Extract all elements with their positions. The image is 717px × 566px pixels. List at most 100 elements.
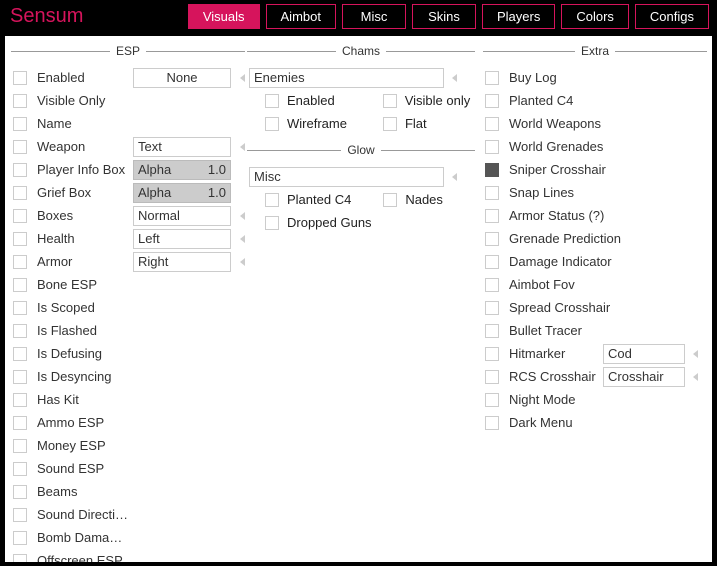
esp-playerinfobox-alpha-slider[interactable]: Alpha1.0	[133, 160, 231, 180]
glow-nades-label: Nades	[405, 192, 443, 207]
extra-darkmenu-checkbox[interactable]	[485, 416, 499, 430]
esp-isdesyncing-checkbox[interactable]	[13, 370, 27, 384]
glow-plantedc4-label: Planted C4	[287, 192, 351, 207]
extra-rcscrosshair-dropdown[interactable]: Crosshair	[603, 367, 685, 387]
extra-worldgrenades-checkbox[interactable]	[485, 140, 499, 154]
esp-health-label: Health	[37, 231, 129, 246]
glow-nades-checkbox[interactable]	[383, 193, 397, 207]
esp-armor-dropdown[interactable]: Right	[133, 252, 231, 272]
esp-weapon-checkbox[interactable]	[13, 140, 27, 154]
tab-colors[interactable]: Colors	[561, 4, 629, 29]
esp-griefbox-checkbox[interactable]	[13, 186, 27, 200]
arrow-icon	[693, 350, 698, 358]
tab-misc[interactable]: Misc	[342, 4, 406, 29]
tab-visuals[interactable]: Visuals	[188, 4, 260, 29]
esp-weapon-dropdown[interactable]: Text	[133, 137, 231, 157]
mid-column: Chams Enemies Enabled Visible only Wiref…	[247, 44, 475, 554]
esp-bombdamage-checkbox[interactable]	[13, 531, 27, 545]
extra-spreadcrosshair-checkbox[interactable]	[485, 301, 499, 315]
esp-haskit-checkbox[interactable]	[13, 393, 27, 407]
esp-name-checkbox[interactable]	[13, 117, 27, 131]
tab-configs[interactable]: Configs	[635, 4, 709, 29]
esp-isflashed-label: Is Flashed	[37, 323, 129, 338]
extra-rcscrosshair-checkbox[interactable]	[485, 370, 499, 384]
extra-rcscrosshair-label: RCS Crosshair	[509, 369, 599, 384]
main-panel: ESP Enabled None Visible Only Name Weapo…	[5, 36, 712, 562]
esp-boxes-dropdown[interactable]: Normal	[133, 206, 231, 226]
esp-health-dropdown[interactable]: Left	[133, 229, 231, 249]
extra-snipercrosshair-checkbox[interactable]	[485, 163, 499, 177]
extra-grenadeprediction-checkbox[interactable]	[485, 232, 499, 246]
extra-darkmenu-label: Dark Menu	[509, 415, 573, 430]
esp-griefbox-alpha-slider[interactable]: Alpha1.0	[133, 183, 231, 203]
extra-snaplines-checkbox[interactable]	[485, 186, 499, 200]
chams-visibleonly-label: Visible only	[405, 93, 471, 108]
extra-worldweapons-checkbox[interactable]	[485, 117, 499, 131]
chams-flat-checkbox[interactable]	[383, 117, 397, 131]
chams-legend: Chams	[336, 44, 386, 58]
extra-hitmarker-label: Hitmarker	[509, 346, 599, 361]
extra-aimbotfov-checkbox[interactable]	[485, 278, 499, 292]
extra-hitmarker-dropdown[interactable]: Cod	[603, 344, 685, 364]
glow-droppedguns-label: Dropped Guns	[287, 215, 372, 230]
esp-armor-label: Armor	[37, 254, 129, 269]
esp-visibleonly-label: Visible Only	[37, 93, 129, 108]
esp-armor-checkbox[interactable]	[13, 255, 27, 269]
chams-enabled-checkbox[interactable]	[265, 94, 279, 108]
tab-players[interactable]: Players	[482, 4, 555, 29]
esp-visibleonly-checkbox[interactable]	[13, 94, 27, 108]
esp-sounddirection-label: Sound Direction (?)	[37, 507, 129, 522]
esp-isdesyncing-label: Is Desyncing	[37, 369, 129, 384]
extra-plantedc4-label: Planted C4	[509, 93, 573, 108]
extra-spreadcrosshair-label: Spread Crosshair	[509, 300, 610, 315]
chams-wireframe-label: Wireframe	[287, 116, 347, 131]
extra-damageindicator-checkbox[interactable]	[485, 255, 499, 269]
extra-bullettracer-checkbox[interactable]	[485, 324, 499, 338]
glow-target-dropdown[interactable]: Misc	[249, 167, 444, 187]
chams-target-dropdown[interactable]: Enemies	[249, 68, 444, 88]
esp-isscoped-label: Is Scoped	[37, 300, 129, 315]
arrow-icon	[240, 74, 245, 82]
esp-enabled-label: Enabled	[37, 70, 129, 85]
esp-playerinfobox-label: Player Info Box	[37, 162, 129, 177]
extra-armorstatus-checkbox[interactable]	[485, 209, 499, 223]
esp-health-checkbox[interactable]	[13, 232, 27, 246]
extra-legend: Extra	[575, 44, 615, 58]
extra-snaplines-label: Snap Lines	[509, 185, 574, 200]
esp-enabled-checkbox[interactable]	[13, 71, 27, 85]
titlebar: Sensum Visuals Aimbot Misc Skins Players…	[0, 0, 717, 32]
extra-worldweapons-label: World Weapons	[509, 116, 601, 131]
esp-isscoped-checkbox[interactable]	[13, 301, 27, 315]
esp-beams-checkbox[interactable]	[13, 485, 27, 499]
esp-column: ESP Enabled None Visible Only Name Weapo…	[11, 44, 239, 554]
arrow-icon	[452, 173, 457, 181]
esp-isdefusing-checkbox[interactable]	[13, 347, 27, 361]
extra-buylog-checkbox[interactable]	[485, 71, 499, 85]
esp-haskit-label: Has Kit	[37, 392, 129, 407]
extra-damageindicator-label: Damage Indicator	[509, 254, 612, 269]
esp-enabled-dropdown[interactable]: None	[133, 68, 231, 88]
esp-sound-checkbox[interactable]	[13, 462, 27, 476]
extra-bullettracer-label: Bullet Tracer	[509, 323, 582, 338]
esp-ammo-checkbox[interactable]	[13, 416, 27, 430]
chams-wireframe-checkbox[interactable]	[265, 117, 279, 131]
glow-plantedc4-checkbox[interactable]	[265, 193, 279, 207]
esp-bone-checkbox[interactable]	[13, 278, 27, 292]
chams-visibleonly-checkbox[interactable]	[383, 94, 397, 108]
esp-legend: ESP	[110, 44, 146, 58]
extra-nightmode-checkbox[interactable]	[485, 393, 499, 407]
brand: Sensum	[8, 5, 83, 28]
esp-sounddirection-checkbox[interactable]	[13, 508, 27, 522]
tab-aimbot[interactable]: Aimbot	[266, 4, 336, 29]
esp-money-checkbox[interactable]	[13, 439, 27, 453]
esp-playerinfobox-checkbox[interactable]	[13, 163, 27, 177]
extra-plantedc4-checkbox[interactable]	[485, 94, 499, 108]
esp-boxes-checkbox[interactable]	[13, 209, 27, 223]
esp-offscreen-checkbox[interactable]	[13, 554, 27, 563]
extra-hitmarker-checkbox[interactable]	[485, 347, 499, 361]
esp-bombdamage-label: Bomb Damage ESP	[37, 530, 129, 545]
esp-isflashed-checkbox[interactable]	[13, 324, 27, 338]
glow-droppedguns-checkbox[interactable]	[265, 216, 279, 230]
extra-armorstatus-label: Armor Status (?)	[509, 208, 604, 223]
tab-skins[interactable]: Skins	[412, 4, 476, 29]
